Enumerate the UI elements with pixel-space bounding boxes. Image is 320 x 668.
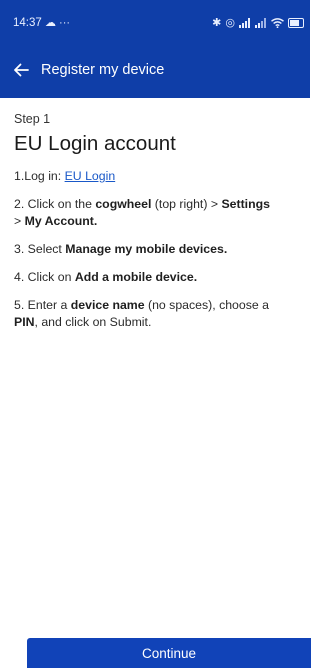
step2-bold-cogwheel: cogwheel [95, 197, 152, 211]
signal-icon [239, 18, 250, 28]
battery-icon [288, 18, 304, 28]
step2-text-3: > [14, 214, 25, 228]
step3-text: 3. Select [14, 242, 66, 256]
status-time: 14:37 [13, 17, 42, 30]
alarm-icon: ◎ [225, 17, 235, 29]
back-button[interactable] [3, 54, 39, 86]
main-content: Step 1 EU Login account 1.Log in: EU Log… [14, 112, 310, 342]
status-bar-left: 14:37 ☁ ··· [13, 16, 70, 30]
step5-bold-device-name: device name [70, 298, 145, 312]
instruction-step-4: 4. Click on Add a mobile device. [14, 269, 310, 286]
cloud-notification-icon: ☁ ··· [44, 17, 71, 29]
continue-button[interactable]: Continue [27, 638, 311, 668]
step2-text-2: (top right) > [151, 197, 222, 211]
step-label: Step 1 [14, 112, 51, 126]
continue-button-label: Continue [141, 646, 197, 661]
arrow-left-icon [14, 63, 29, 77]
instruction-step-1: 1.Log in: EU Login [14, 168, 310, 185]
signal-icon-2 [255, 18, 266, 28]
step2-bold-account: My Account. [24, 214, 98, 228]
bluetooth-icon: ✱ [212, 17, 222, 29]
step5-text-2: (no spaces), choose a [144, 298, 269, 312]
step5-bold-pin: PIN [14, 315, 35, 329]
status-bar-right: ✱ ◎ [212, 16, 304, 30]
wifi-icon [271, 18, 284, 28]
eu-login-link[interactable]: EU Login [65, 169, 116, 183]
instruction-step-5: 5. Enter a device name (no spaces), choo… [14, 297, 310, 331]
step3-bold: Manage my mobile devices. [65, 242, 228, 256]
section-heading: EU Login account [14, 132, 176, 155]
step1-text: 1.Log in: [14, 169, 65, 183]
step5-text-3: , and click on Submit. [34, 315, 152, 329]
step2-text-1: 2. Click on the [14, 197, 96, 211]
instruction-step-2: 2. Click on the cogwheel (top right) > S… [14, 196, 310, 230]
app-bar: 14:37 ☁ ··· ✱ ◎ Register my device [0, 0, 310, 98]
toolbar: Register my device [0, 54, 310, 86]
step5-text-1: 5. Enter a [14, 298, 71, 312]
step4-bold: Add a mobile device. [74, 270, 198, 284]
step2-bold-settings: Settings [221, 197, 270, 211]
status-bar: 14:37 ☁ ··· ✱ ◎ [13, 16, 304, 34]
instruction-step-3: 3. Select Manage my mobile devices. [14, 241, 310, 258]
step4-text: 4. Click on [14, 270, 75, 284]
page-title: Register my device [41, 62, 165, 78]
